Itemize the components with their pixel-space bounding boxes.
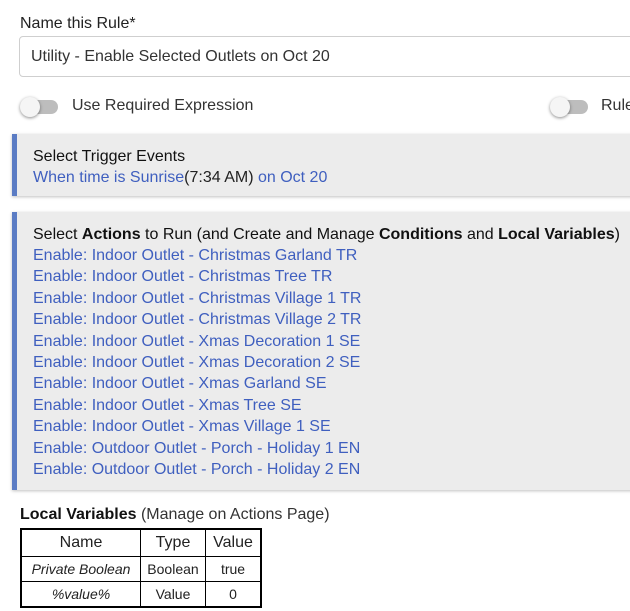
action-link[interactable]: Enable: Indoor Outlet - Christmas Tree T…	[33, 266, 630, 287]
variable-name-cell: %value%	[20, 581, 141, 608]
action-link[interactable]: Enable: Indoor Outlet - Christmas Garlan…	[33, 245, 630, 266]
required-expression-label: Use Required Expression	[72, 97, 254, 114]
action-link[interactable]: Enable: Indoor Outlet - Xmas Village 1 S…	[33, 416, 630, 437]
column-header-name: Name	[20, 528, 141, 557]
rule-name-input[interactable]	[19, 36, 630, 77]
title-bold-conditions: Conditions	[378, 226, 463, 243]
local-variables-title: Local Variables	[20, 506, 137, 523]
trigger-panel-title: Select Trigger Events	[33, 148, 186, 165]
column-header-value: Value	[205, 528, 262, 557]
action-link[interactable]: Enable: Indoor Outlet - Christmas Villag…	[33, 288, 630, 309]
local-variables-table: Name Type Value Private Boolean Boolean …	[20, 528, 262, 608]
action-link[interactable]: Enable: Indoor Outlet - Xmas Garland SE	[33, 373, 630, 394]
variable-type-cell: Value	[140, 581, 206, 608]
title-bold-local-variables: Local Variables	[498, 226, 615, 243]
rule-name-label: Name this Rule*	[20, 15, 136, 32]
column-header-type: Type	[140, 528, 206, 557]
action-link[interactable]: Enable: Outdoor Outlet - Porch - Holiday…	[33, 438, 630, 459]
variable-value-cell: true	[205, 556, 262, 582]
variable-name-cell: Private Boolean	[20, 556, 141, 582]
variable-type-cell: Boolean	[140, 556, 206, 582]
title-text: and	[462, 226, 499, 243]
action-link[interactable]: Enable: Indoor Outlet - Christmas Villag…	[33, 309, 630, 330]
action-link[interactable]: Enable: Indoor Outlet - Xmas Tree SE	[33, 395, 630, 416]
rule-toggle[interactable]	[550, 97, 588, 117]
rule-toggle-label: Rule	[601, 97, 630, 114]
toggle-knob	[550, 97, 570, 117]
trigger-event-line: When time is Sunrise(7:34 AM) on Oct 20	[33, 167, 630, 188]
title-text: to Run (and Create and Manage	[140, 226, 379, 243]
trigger-panel[interactable]: Select Trigger Events When time is Sunri…	[12, 134, 630, 196]
table-header-row: Name Type Value	[20, 528, 262, 557]
required-expression-toggle[interactable]	[20, 97, 58, 117]
toggle-knob	[20, 97, 40, 117]
trigger-date-link[interactable]: on Oct 20	[254, 169, 327, 186]
title-text: )	[614, 226, 620, 243]
actions-list: Enable: Indoor Outlet - Christmas Garlan…	[33, 245, 630, 480]
variable-value-cell: 0	[205, 581, 262, 608]
action-link[interactable]: Enable: Indoor Outlet - Xmas Decoration …	[33, 352, 630, 373]
local-variables-subtitle: (Manage on Actions Page)	[136, 506, 330, 523]
actions-panel[interactable]: Select Actions to Run (and Create and Ma…	[12, 212, 630, 490]
table-row: Private Boolean Boolean true	[20, 556, 262, 582]
trigger-time: (7:34 AM)	[184, 169, 254, 186]
table-row: %value% Value 0	[20, 581, 262, 608]
action-link[interactable]: Enable: Indoor Outlet - Xmas Decoration …	[33, 331, 630, 352]
action-link[interactable]: Enable: Outdoor Outlet - Porch - Holiday…	[33, 459, 630, 480]
trigger-event-link[interactable]: When time is Sunrise	[33, 169, 184, 186]
title-bold-actions: Actions	[81, 226, 141, 243]
local-variables-heading: Local Variables (Manage on Actions Page)	[20, 506, 330, 524]
title-text: Select	[33, 226, 82, 243]
actions-panel-title: Select Actions to Run (and Create and Ma…	[33, 224, 630, 245]
